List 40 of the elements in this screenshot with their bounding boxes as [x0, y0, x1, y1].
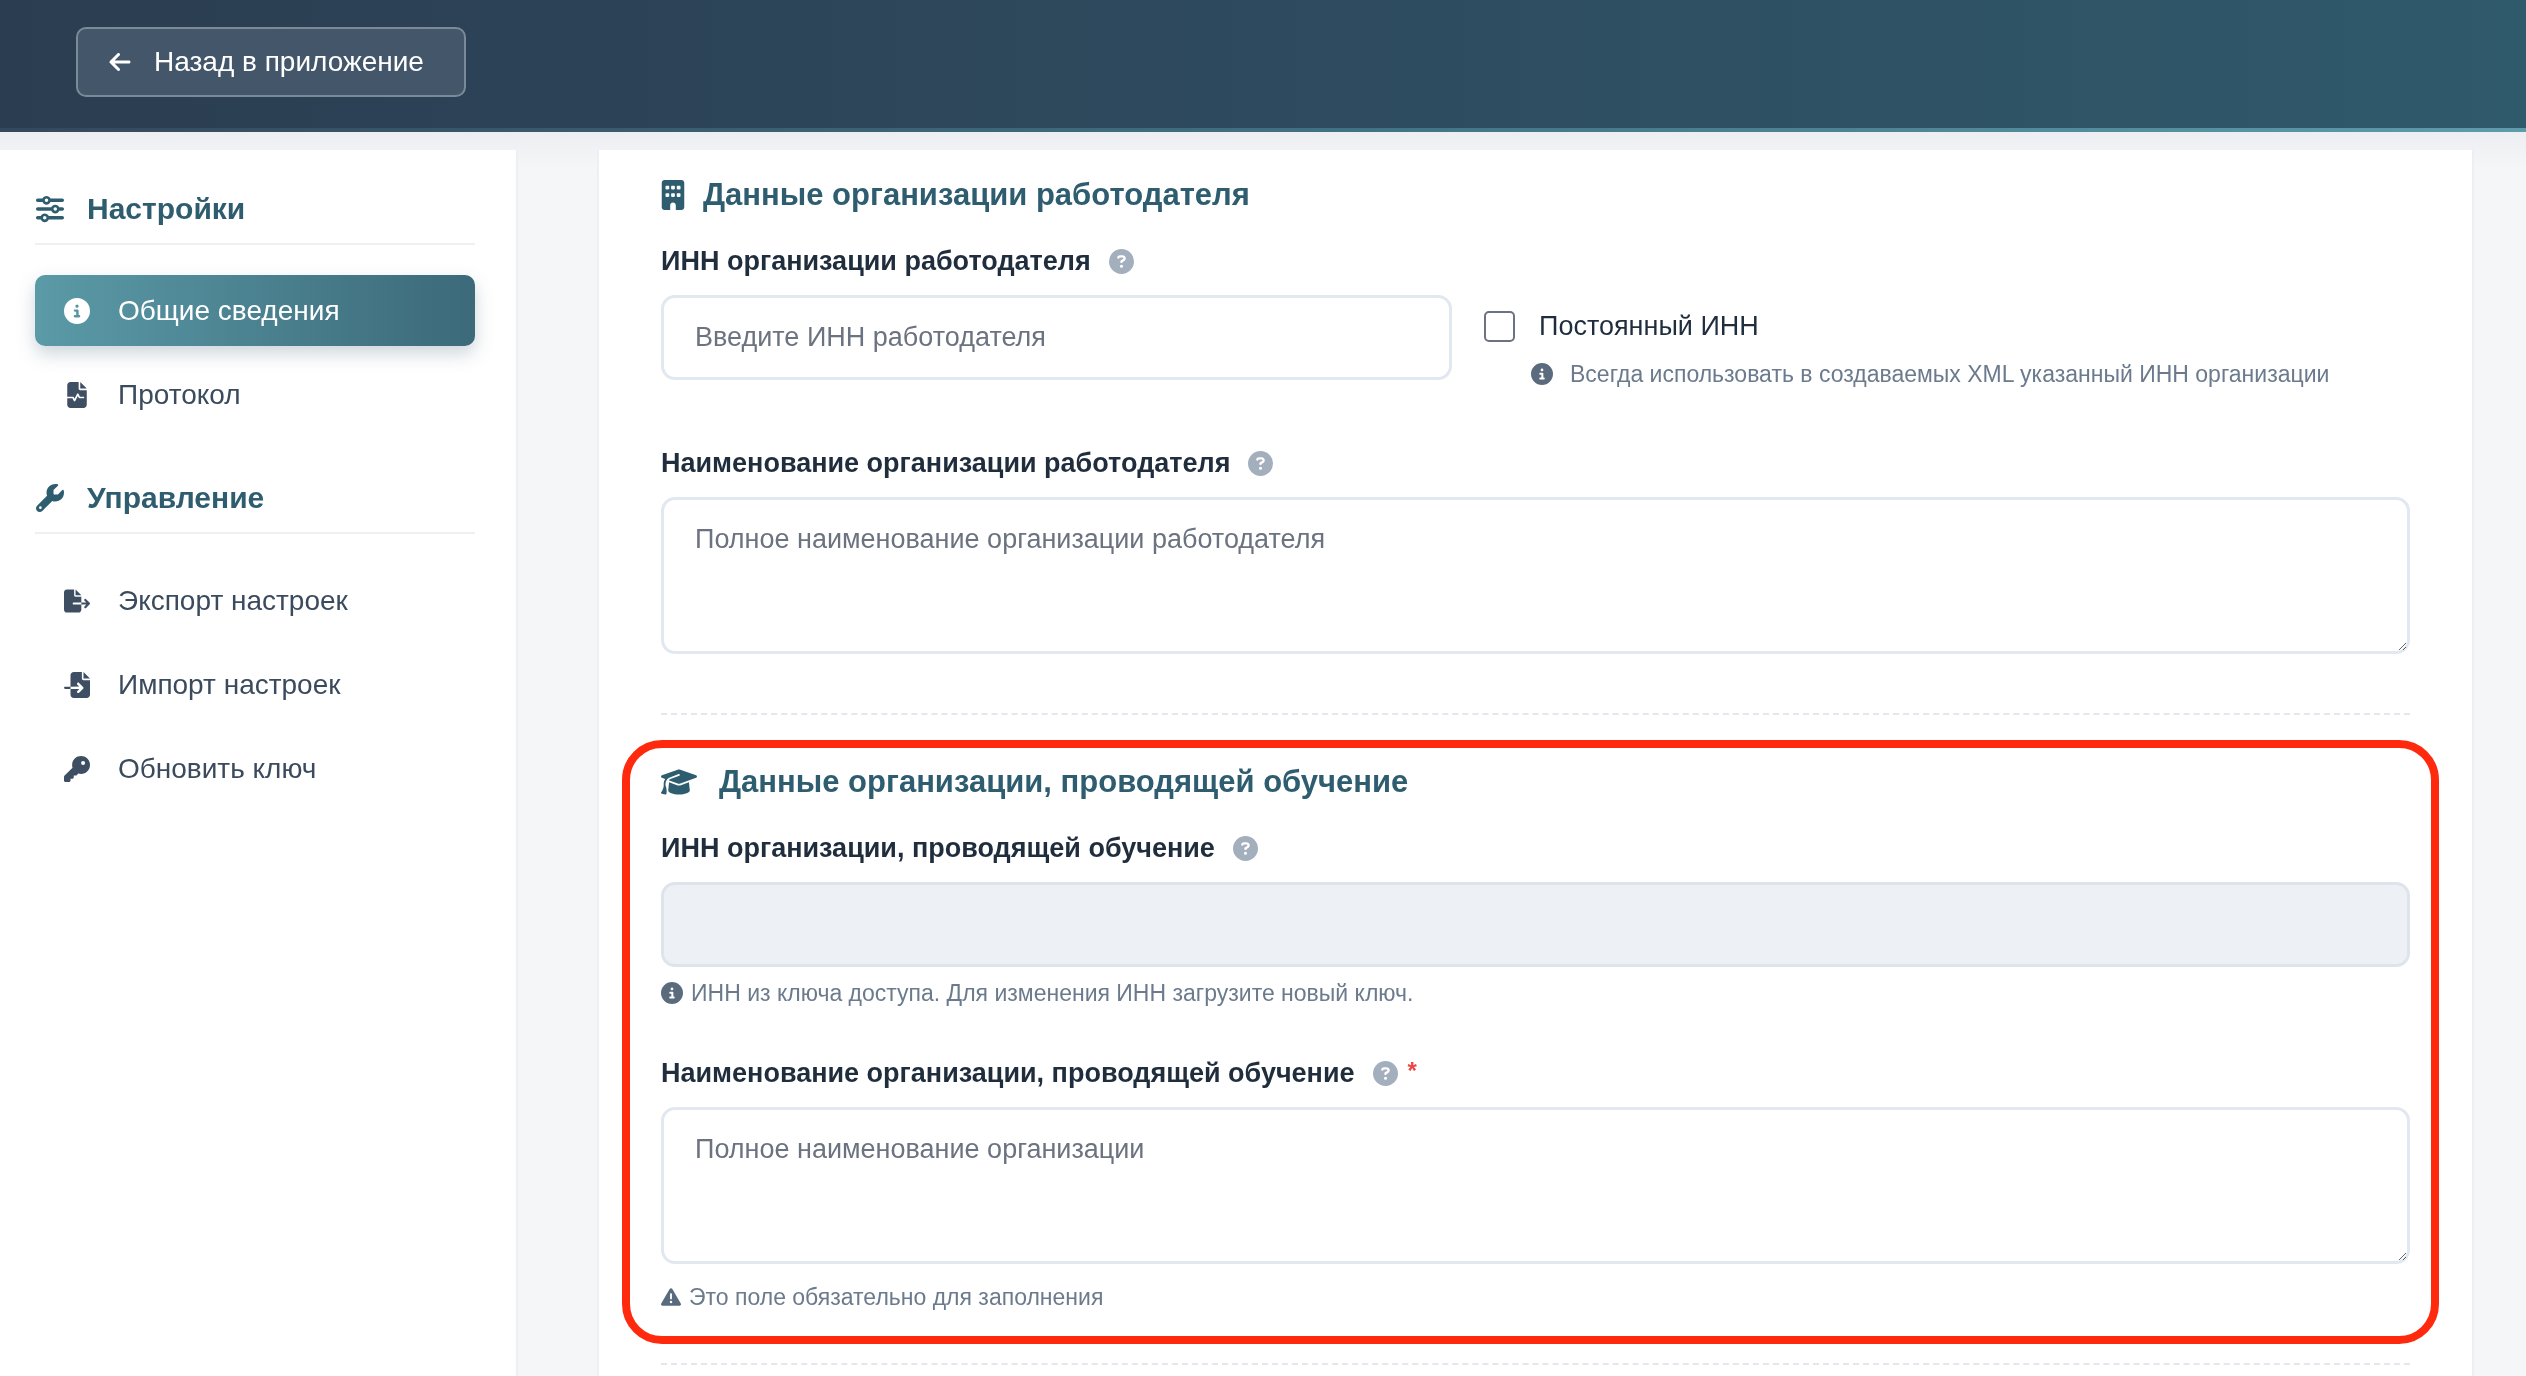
arrow-left-icon [108, 50, 132, 74]
help-icon[interactable] [1232, 835, 1258, 861]
checkbox-label: Постоянный ИНН [1539, 310, 1759, 343]
textarea-field[interactable]: Полное наименование организации [661, 1107, 2410, 1264]
info-icon [661, 982, 683, 1004]
help-icon[interactable] [1372, 1060, 1398, 1086]
back-button[interactable]: Назад в приложение [76, 27, 466, 97]
input-field[interactable]: Введите ИНН работодателя [661, 295, 1452, 380]
checkbox[interactable] [1484, 310, 1515, 342]
graduation-cap-icon [661, 767, 697, 797]
field-label: Наименование организации работодателя [661, 447, 1231, 480]
info-icon [1531, 363, 1553, 385]
wrench-icon [35, 484, 65, 512]
sidebar-item[interactable]: Протокол [35, 359, 475, 430]
sidebar-item[interactable]: Общие сведения [35, 275, 475, 346]
sidebar-heading: Настройки [87, 191, 246, 227]
sidebar-item[interactable]: Импорт настроек [35, 649, 475, 720]
key-icon [64, 755, 90, 782]
file-export-icon [64, 587, 90, 614]
field-label: Наименование организации, проводящей обучение [661, 1057, 1355, 1090]
required-mark: * [1407, 1059, 1417, 1083]
help-icon[interactable] [1108, 248, 1134, 274]
textarea-field[interactable]: Полное наименование организации работодателя [661, 497, 2410, 654]
file-waveform-icon [64, 381, 90, 408]
section-title: Данные организации работодателя [703, 176, 1250, 214]
hint-text: Всегда использовать в создаваемых XML указанный ИНН организации [1570, 360, 2330, 389]
sliders-icon [35, 195, 65, 223]
section-title: Данные организации, проводящей обучение [719, 763, 1409, 801]
field-label: ИНН организации, проводящей обучение [661, 832, 1215, 865]
sidebar-item[interactable]: Экспорт настроек [35, 565, 475, 636]
warning-icon [661, 1287, 681, 1307]
file-import-icon [64, 671, 90, 698]
sidebar-item[interactable]: Обновить ключ [35, 733, 475, 804]
hint-text: ИНН из ключа доступа. Для изменения ИНН загрузите новый ключ. [691, 979, 1414, 1008]
error-message: Это поле обязательно для заполнения [689, 1283, 1104, 1312]
help-icon[interactable] [1248, 450, 1274, 476]
field-label: ИНН организации работодателя [661, 245, 1091, 278]
sidebar-heading: Управление [87, 480, 265, 516]
building-icon [661, 180, 685, 210]
info-icon [64, 297, 90, 324]
